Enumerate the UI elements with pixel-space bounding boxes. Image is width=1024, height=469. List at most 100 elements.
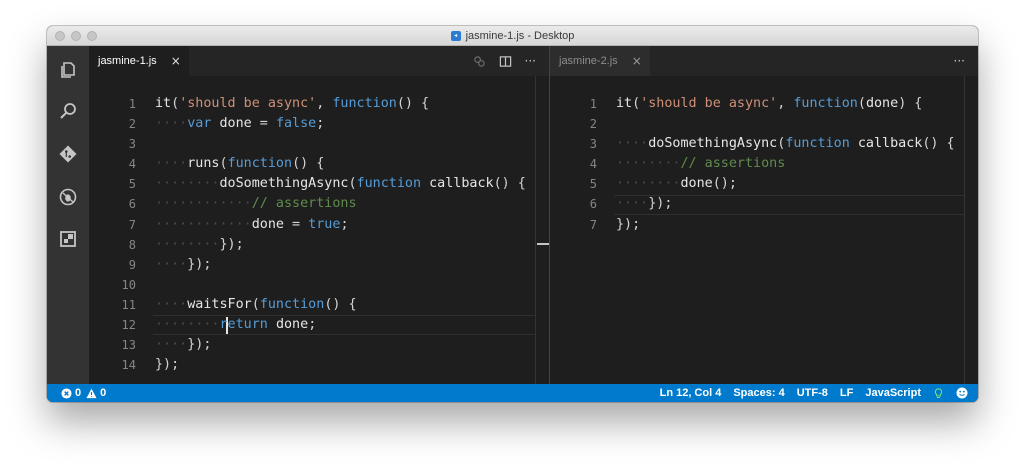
code-token: ····	[155, 296, 188, 312]
code-token: ;	[308, 317, 317, 333]
line-number: 1	[128, 97, 136, 111]
line-number: 5	[128, 177, 136, 192]
line-number: 3	[128, 137, 136, 152]
end-of-line[interactable]: LF	[840, 387, 853, 399]
code-line[interactable]: 6 ············// assertions	[89, 194, 549, 214]
code-line[interactable]: 1 it('should be async', function() {	[89, 94, 549, 114]
code-line[interactable]: 10	[89, 275, 549, 295]
line-number: 2	[128, 117, 136, 132]
code-token: (	[219, 156, 228, 172]
title-bar: ◂ jasmine-1.js - Desktop	[47, 26, 978, 46]
code-token: 'should be async'	[179, 96, 317, 111]
code-text: ····waitsFor(function() {	[155, 295, 357, 315]
editor-actions-left: ···	[473, 46, 536, 76]
code-token: ····	[155, 256, 188, 272]
extensions-icon[interactable]	[57, 228, 79, 250]
explorer-files-icon[interactable]	[57, 59, 79, 81]
code-line[interactable]: 2 ····var done = false;	[89, 114, 549, 134]
code-line[interactable]: 5 ········done();	[550, 174, 978, 194]
code-token: return	[219, 317, 268, 333]
line-number: 3	[589, 137, 597, 152]
code-line[interactable]: 12 ········return done;	[89, 315, 549, 335]
code-token: ········	[155, 236, 220, 252]
scrollbar-cursor-marker	[537, 243, 549, 245]
code-line[interactable]: 4 ········// assertions	[550, 154, 978, 174]
code-token: done	[865, 96, 899, 111]
code-line[interactable]: 14});	[89, 355, 549, 375]
line-number: 11	[121, 297, 136, 312]
code-line[interactable]: 5 ········doSomethingAsync(function callb…	[89, 174, 549, 194]
code-token: function	[793, 96, 858, 111]
editor-group-left: jasmine-1.js × ··· 1 it('should be async'…	[89, 46, 549, 384]
code-text: ········done();	[616, 174, 737, 194]
search-icon[interactable]	[57, 100, 79, 122]
code-token: function	[332, 96, 397, 111]
code-line[interactable]: 13 ····});	[89, 335, 549, 355]
code-token: ····	[616, 136, 649, 152]
warnings-count: 0	[86, 387, 106, 399]
more-actions-icon[interactable]: ···	[525, 55, 536, 67]
tab-jasmine-1[interactable]: jasmine-1.js ×	[89, 46, 190, 76]
code-line[interactable]: 7 ············done = true;	[89, 215, 549, 235]
code-token: () {	[292, 156, 325, 172]
vertical-scrollbar-right[interactable]	[964, 76, 978, 384]
status-bar: 0 0 Ln 12, Col 4 Spaces: 4 UTF-8 LF Java…	[47, 384, 978, 402]
code-token: (	[632, 96, 641, 111]
line-number: 10	[121, 277, 136, 292]
code-line[interactable]: 4 ····runs(function() {	[89, 154, 549, 174]
code-token: ····	[187, 317, 220, 333]
code-token: (	[857, 96, 866, 111]
feedback-smiley-icon[interactable]	[956, 387, 968, 399]
code-text: });	[616, 215, 640, 235]
code-token: ············	[155, 216, 252, 232]
editor-actions-right: ···	[954, 46, 965, 76]
code-text: ········});	[155, 235, 244, 255]
code-line[interactable]: 6 ····});	[550, 194, 978, 214]
code-line[interactable]: 2	[550, 114, 978, 134]
code-text: ····});	[155, 335, 211, 355]
source-control-git-icon[interactable]	[57, 143, 79, 165]
errors-count: 0	[61, 387, 81, 399]
code-token: ,	[777, 96, 794, 111]
open-changes-icon[interactable]	[473, 55, 486, 68]
code-token: doSomethingAsync	[219, 176, 349, 192]
debug-icon[interactable]	[57, 186, 79, 208]
code-text: ············// assertions	[155, 194, 357, 214]
code-token: true	[308, 216, 341, 232]
lightbulb-icon[interactable]	[933, 387, 944, 399]
code-token: // assertions	[680, 156, 786, 172]
code-token: });	[155, 357, 180, 373]
line-number: 4	[128, 157, 136, 172]
editor-window: ◂ jasmine-1.js - Desktop jasmine-1.js ×	[47, 26, 978, 402]
code-token: it	[155, 96, 172, 111]
code-line[interactable]: 11 ····waitsFor(function() {	[89, 295, 549, 315]
code-line[interactable]: 3	[89, 134, 549, 154]
more-actions-icon[interactable]: ···	[954, 55, 965, 67]
tab-jasmine-2[interactable]: jasmine-2.js ×	[550, 46, 651, 76]
code-area-right[interactable]: 1 it('should be async', function(done) { 2…	[550, 94, 978, 235]
language-mode[interactable]: JavaScript	[865, 387, 921, 399]
code-area-left[interactable]: 1 it('should be async', function() {2 ····…	[89, 94, 549, 375]
close-tab-icon[interactable]: ×	[171, 55, 181, 67]
encoding[interactable]: UTF-8	[797, 387, 828, 399]
code-line[interactable]: 1 it('should be async', function(done) {	[550, 94, 978, 114]
code-text: ····});	[155, 255, 211, 275]
code-token: ····	[155, 156, 188, 172]
code-token: callback	[429, 176, 494, 192]
code-line[interactable]: 9 ····});	[89, 255, 549, 275]
code-line[interactable]: 8 ········});	[89, 235, 549, 255]
tab-label: jasmine-1.js	[98, 55, 157, 67]
line-number: 2	[589, 117, 597, 132]
code-text: it('should be async', function() {	[155, 94, 429, 114]
close-tab-icon[interactable]: ×	[632, 55, 642, 67]
line-number: 9	[128, 257, 136, 272]
vertical-scrollbar-left[interactable]	[535, 76, 549, 384]
code-line[interactable]: 3 ····doSomethingAsync(function callback(…	[550, 134, 978, 154]
cursor-position[interactable]: Ln 12, Col 4	[660, 387, 722, 399]
problems-indicator[interactable]: 0 0	[61, 384, 106, 402]
code-token: it	[616, 96, 633, 111]
split-editor-icon[interactable]	[499, 55, 512, 68]
indentation[interactable]: Spaces: 4	[733, 387, 784, 399]
code-line[interactable]: 7});	[550, 215, 978, 235]
